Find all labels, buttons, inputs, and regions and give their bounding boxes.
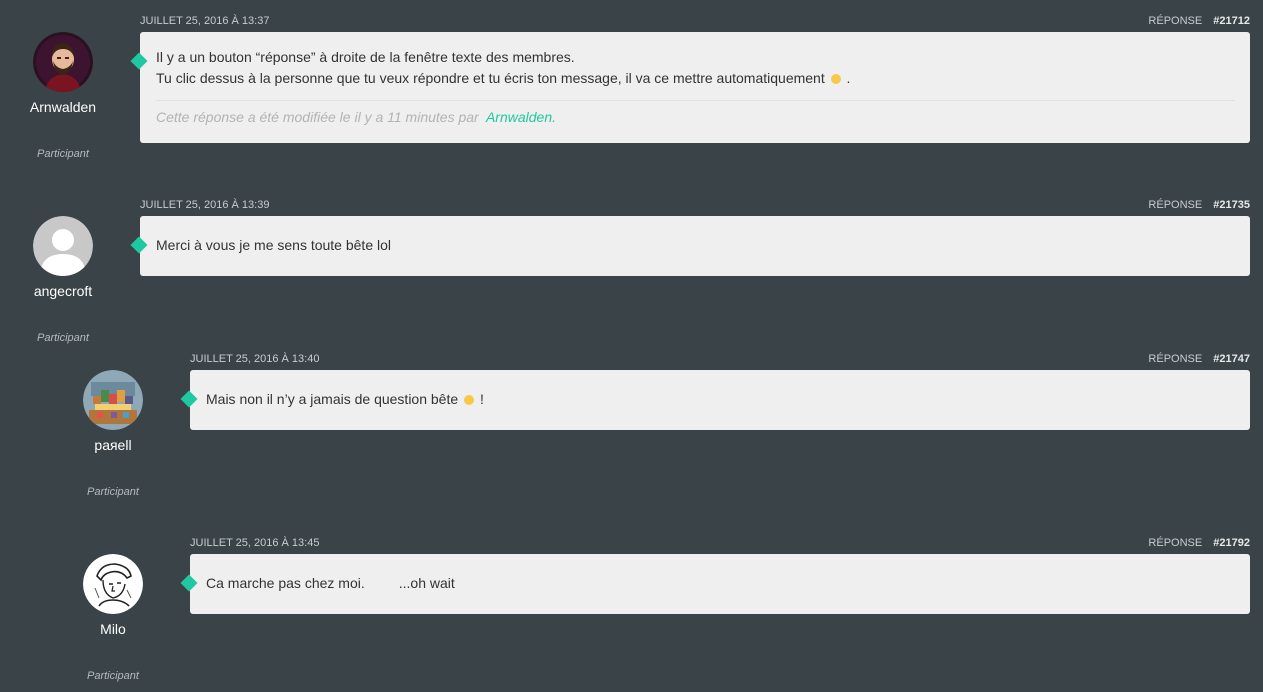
reply-content: Il y a un bouton “réponse” à droite de l…	[130, 32, 1250, 143]
reply-author: paяell Participant	[53, 370, 173, 498]
avatar[interactable]	[33, 216, 93, 276]
bearded-man-avatar-icon	[33, 32, 93, 92]
reply-meta: JUILLET 25, 2016 À 13:40 RÉPONSE #21747	[190, 353, 1250, 367]
reply-date: JUILLET 25, 2016 À 13:45	[190, 537, 320, 549]
author-name[interactable]: Arnwalden	[3, 99, 123, 115]
reply-button[interactable]: RÉPONSE	[1148, 199, 1202, 211]
reply-permalink[interactable]: #21792	[1213, 537, 1250, 549]
reply-content: Mais non il n’y a jamais de question bêt…	[180, 370, 1250, 430]
reply-permalink[interactable]: #21712	[1213, 15, 1250, 27]
reply-meta: JUILLET 25, 2016 À 13:45 RÉPONSE #21792	[190, 537, 1250, 551]
editor-link[interactable]: Arnwalden.	[486, 109, 556, 125]
author-name[interactable]: paяell	[53, 437, 173, 453]
reply-text: Ca marche pas chez moi. ...oh wait	[206, 575, 455, 591]
reply-content: Ca marche pas chez moi. ...oh wait	[180, 554, 1250, 614]
bubble-pointer-icon	[130, 236, 148, 254]
reply-content: Merci à vous je me sens toute bête lol	[130, 216, 1250, 276]
reply-author: Arnwalden Participant	[3, 32, 123, 160]
reply-text: Merci à vous je me sens toute bête lol	[156, 237, 392, 253]
edit-note: Cette réponse a été modifiée le il y a 1…	[156, 100, 1235, 125]
reply-button[interactable]: RÉPONSE	[1148, 15, 1202, 27]
author-role: Participant	[37, 332, 89, 344]
smiley-icon	[830, 74, 841, 84]
smiley-icon	[464, 395, 475, 405]
bubble-pointer-icon	[180, 390, 198, 408]
avatar[interactable]	[83, 554, 143, 614]
author-role: Participant	[37, 148, 89, 160]
reply-permalink[interactable]: #21735	[1213, 199, 1250, 211]
avatar[interactable]	[33, 32, 93, 92]
avatar[interactable]	[83, 370, 143, 430]
reply-author: angecroft Participant	[3, 216, 123, 344]
author-name[interactable]: Milo	[53, 621, 173, 637]
reply-button[interactable]: RÉPONSE	[1148, 537, 1202, 549]
author-role: Participant	[87, 670, 139, 682]
author-role: Participant	[87, 486, 139, 498]
reply-date: JUILLET 25, 2016 À 13:39	[140, 199, 270, 211]
reply-date: JUILLET 25, 2016 À 13:37	[140, 15, 270, 27]
reply-date: JUILLET 25, 2016 À 13:40	[190, 353, 320, 365]
bubble-pointer-icon	[130, 52, 148, 70]
reply-button[interactable]: RÉPONSE	[1148, 353, 1202, 365]
author-name[interactable]: angecroft	[3, 283, 123, 299]
reply-meta: JUILLET 25, 2016 À 13:37 RÉPONSE #21712	[140, 15, 1250, 29]
reply-text-line: Tu clic dessus à la personne que tu veux…	[156, 70, 851, 86]
reply-meta: JUILLET 25, 2016 À 13:39 RÉPONSE #21735	[140, 199, 1250, 213]
sketch-portrait-avatar-icon	[83, 554, 143, 614]
default-user-avatar-icon	[33, 216, 93, 276]
reply-author: Milo Participant	[53, 554, 173, 682]
reply-text: Mais non il n’y a jamais de question bêt…	[206, 391, 484, 407]
pixel-art-avatar-icon	[83, 370, 143, 430]
reply-permalink[interactable]: #21747	[1213, 353, 1250, 365]
reply-text-line: Il y a un bouton “réponse” à droite de l…	[156, 49, 575, 65]
bubble-pointer-icon	[180, 574, 198, 592]
